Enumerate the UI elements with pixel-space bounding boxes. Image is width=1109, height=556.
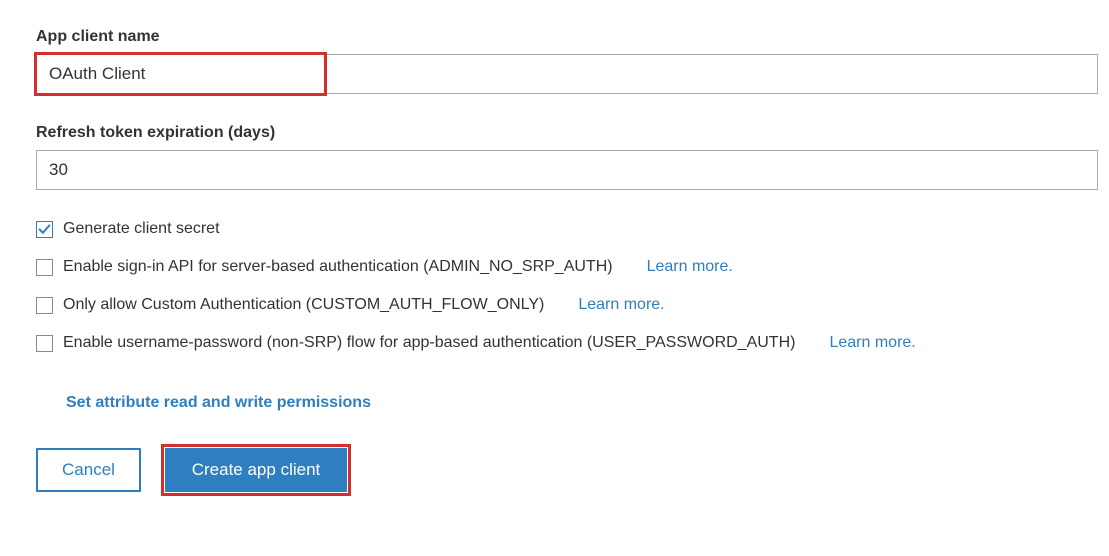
button-row: Cancel Create app client	[36, 448, 1109, 492]
user-password-auth-learn-more-link[interactable]: Learn more.	[829, 334, 915, 352]
custom-auth-label: Only allow Custom Authentication (CUSTOM…	[63, 296, 544, 314]
app-client-name-input-wrap	[36, 54, 1098, 94]
cancel-button[interactable]: Cancel	[36, 448, 141, 492]
admin-no-srp-checkbox[interactable]	[36, 259, 53, 276]
check-icon	[38, 223, 51, 236]
create-button-wrap: Create app client	[165, 448, 347, 492]
user-password-auth-row: Enable username-password (non-SRP) flow …	[36, 334, 1109, 352]
app-client-name-input[interactable]	[36, 54, 1098, 94]
custom-auth-row: Only allow Custom Authentication (CUSTOM…	[36, 296, 1109, 314]
generate-secret-label: Generate client secret	[63, 220, 220, 238]
user-password-auth-checkbox[interactable]	[36, 335, 53, 352]
create-app-client-button[interactable]: Create app client	[165, 448, 347, 492]
refresh-token-label: Refresh token expiration (days)	[36, 124, 1109, 142]
generate-secret-checkbox[interactable]	[36, 221, 53, 238]
custom-auth-checkbox[interactable]	[36, 297, 53, 314]
admin-no-srp-label: Enable sign-in API for server-based auth…	[63, 258, 613, 276]
user-password-auth-label: Enable username-password (non-SRP) flow …	[63, 334, 795, 352]
refresh-token-input[interactable]	[36, 150, 1098, 190]
custom-auth-learn-more-link[interactable]: Learn more.	[578, 296, 664, 314]
admin-no-srp-row: Enable sign-in API for server-based auth…	[36, 258, 1109, 276]
set-permissions-link[interactable]: Set attribute read and write permissions	[66, 394, 371, 411]
admin-no-srp-learn-more-link[interactable]: Learn more.	[647, 258, 733, 276]
app-client-name-label: App client name	[36, 28, 1109, 46]
generate-secret-row: Generate client secret	[36, 220, 1109, 238]
